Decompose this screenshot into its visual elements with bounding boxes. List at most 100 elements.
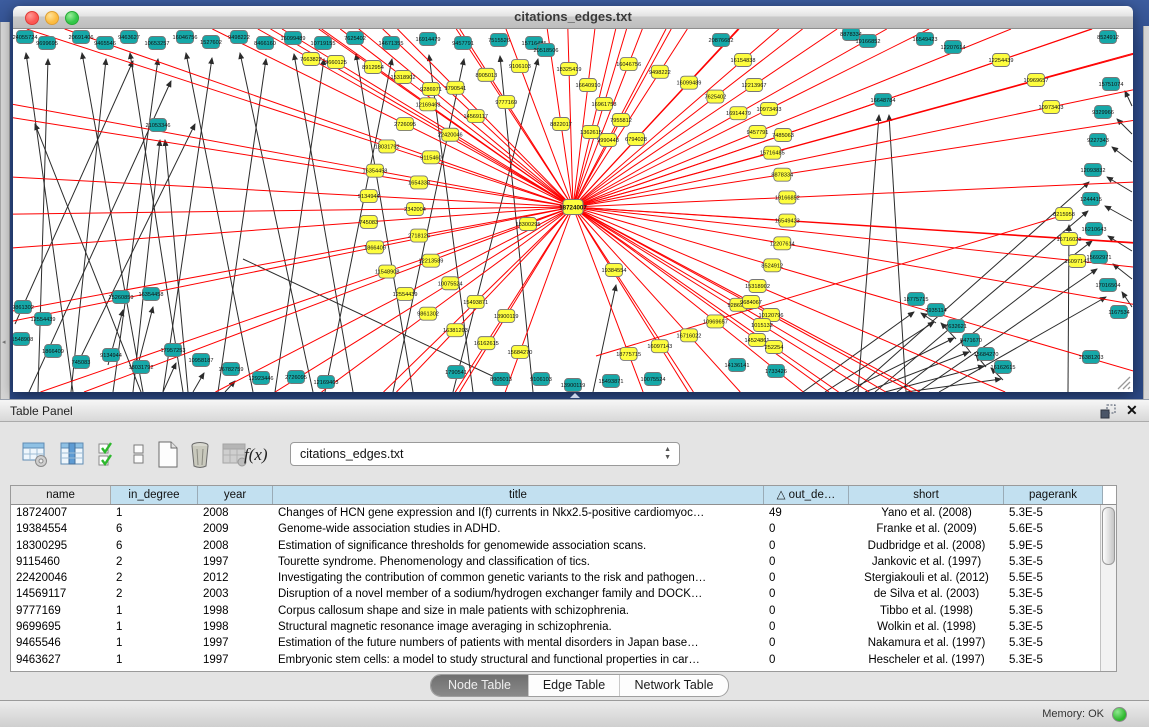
graph-edge-red (405, 207, 573, 294)
delete-table-icon[interactable] (188, 441, 212, 469)
table-row[interactable]: 1938455462009Genome-wide association stu… (11, 521, 1116, 537)
table-row[interactable]: 1456911722003Disruption of a novel membe… (11, 586, 1116, 602)
table-settings-icon[interactable] (22, 441, 49, 468)
graph-node-label: 7625402 (704, 95, 726, 101)
table-cell: Yano et al. (2008) (849, 505, 1004, 521)
dropdown-stepper-icon: ▲▼ (664, 446, 671, 462)
column-header-in_degree[interactable]: in_degree (111, 486, 198, 504)
function-builder-icon[interactable]: f(x) (244, 445, 268, 465)
select-columns-icon[interactable] (97, 441, 119, 468)
table-row[interactable]: 1830029562008Estimation of significance … (11, 538, 1116, 554)
graph-node-label: 21053346 (146, 123, 171, 129)
graph-node-label: 2718126 (408, 234, 430, 240)
show-columns-icon[interactable] (60, 441, 85, 468)
network-graph[interactable]: 1604675694982221609948976254021691447994… (13, 29, 1133, 392)
graph-node-label: 12254439 (989, 58, 1014, 64)
resize-grip-icon[interactable] (1115, 374, 1131, 390)
graph-node-label: 9457791 (747, 130, 769, 136)
graph-node-label: 10969657 (1024, 78, 1049, 84)
table-row[interactable]: 911546021997Tourette syndrome. Phenomeno… (11, 554, 1116, 570)
table-cell: 1998 (198, 619, 273, 635)
graph-node-label: 9134944 (100, 353, 122, 359)
column-header-title[interactable]: title (273, 486, 764, 504)
graph-edge-red (573, 207, 1069, 239)
graph-edge-red (428, 207, 573, 314)
tab-edge-table[interactable]: Edge Table (528, 675, 620, 696)
table-row[interactable]: 946362711997Embryonic stem cells: a mode… (11, 652, 1116, 668)
graph-node-label: 1654338 (408, 180, 430, 186)
status-bar: Memory: OK (0, 700, 1149, 727)
window-titlebar[interactable]: citations_edges.txt (13, 6, 1133, 29)
table-cell: Jankovic et al. (1997) (849, 554, 1004, 570)
table-cell: Wolkin et al. (1998) (849, 619, 1004, 635)
graph-node-label: 2726095 (394, 122, 416, 128)
graph-node-label: 7515526 (488, 38, 510, 44)
table-row[interactable]: 2242004622012Investigating the contribut… (11, 570, 1116, 586)
table-row[interactable]: 946554611997Estimation of the future num… (11, 635, 1116, 651)
graph-node-label: 16549423 (775, 219, 800, 225)
table-panel: Table Panel ✕ (0, 399, 1149, 727)
table-row[interactable]: 977716911998Corpus callosum shape and si… (11, 603, 1116, 619)
graph-edge-red (596, 215, 1064, 356)
network-canvas[interactable]: 1604675694982221609948976254021691447994… (13, 29, 1133, 392)
row-height-icon[interactable] (132, 441, 146, 468)
graph-node-label: 18775715 (904, 297, 929, 303)
table-body: 1872400712008Changes of HCN gene express… (11, 505, 1116, 668)
node-table: namein_degreeyeartitle△ out_de…shortpage… (10, 485, 1117, 672)
split-pane-handle[interactable] (570, 393, 580, 398)
table-row[interactable]: 1872400712008Changes of HCN gene express… (11, 505, 1116, 521)
graph-node-label: 16961758 (592, 102, 617, 108)
graph-edge-red (1001, 29, 1091, 60)
graph-edge-black (1112, 147, 1132, 162)
graph-node-label: 8905013 (490, 377, 512, 383)
graph-node-label: 1362615 (580, 130, 602, 136)
create-table-icon[interactable] (156, 441, 180, 469)
graph-node-label: 15684270 (974, 352, 999, 358)
graph-node-label: 12554439 (31, 317, 56, 323)
table-selector-dropdown[interactable]: citations_edges.txt ▲▼ (290, 442, 680, 466)
graph-node-label: 8905013 (475, 73, 497, 79)
table-cell: 0 (764, 554, 849, 570)
graph-node-label: 9134944 (358, 194, 380, 200)
graph-edge-black (825, 322, 934, 392)
graph-node-label: 10973493 (757, 107, 782, 113)
graph-node-label: 1733426 (765, 369, 787, 375)
graph-node-label: 14671355 (379, 41, 404, 47)
graph-node-label: 19384554 (602, 268, 627, 274)
table-cell: 1 (111, 635, 198, 651)
graph-edge-black (82, 53, 143, 392)
tab-network-table[interactable]: Network Table (620, 675, 728, 696)
scrollbar-thumb[interactable] (1102, 507, 1115, 565)
table-cell: Dudbridge et al. (2008) (849, 538, 1004, 554)
column-header-year[interactable]: year (198, 486, 273, 504)
column-header-out_de[interactable]: △ out_de… (764, 486, 849, 504)
table-row[interactable]: 969969511998Structural magnetic resonanc… (11, 619, 1116, 635)
column-header-name[interactable]: name (11, 486, 111, 504)
table-cell: 1 (111, 603, 198, 619)
column-header-short[interactable]: short (849, 486, 1004, 504)
table-cell: 0 (764, 603, 849, 619)
graph-node-label: 15692971 (1087, 255, 1112, 261)
right-collapsed-panel[interactable] (1143, 26, 1149, 399)
graph-node-label: 1866409 (364, 245, 386, 251)
graph-node-label: 16097143 (647, 344, 672, 350)
table-cell: 0 (764, 538, 849, 554)
table-scrollbar[interactable] (1100, 505, 1116, 671)
graph-node-label: 16154838 (731, 58, 756, 64)
tab-node-table[interactable]: Node Table (431, 675, 528, 696)
left-collapsed-panel[interactable]: ◂ (0, 22, 10, 399)
column-header-pagerank[interactable]: pagerank (1004, 486, 1103, 504)
table-cell: 6 (111, 521, 198, 537)
graph-hub-label: 18724007 (559, 204, 587, 211)
graph-edge-black (163, 58, 212, 392)
table-cell: 18724007 (11, 505, 111, 521)
table-cell: 1 (111, 652, 198, 668)
float-panel-icon[interactable] (1100, 404, 1117, 419)
desktop-background: ◂ citations_edges.txt 160467569498222160… (0, 0, 1149, 399)
graph-node-label: 19166852 (856, 39, 881, 45)
table-panel-titlebar: Table Panel ✕ (0, 399, 1149, 422)
graph-node-label: 20518506 (534, 48, 559, 54)
close-panel-icon[interactable]: ✕ (1126, 402, 1138, 419)
graph-node-label: 8878334 (771, 173, 793, 179)
graph-node-label: 9660125 (325, 60, 347, 66)
